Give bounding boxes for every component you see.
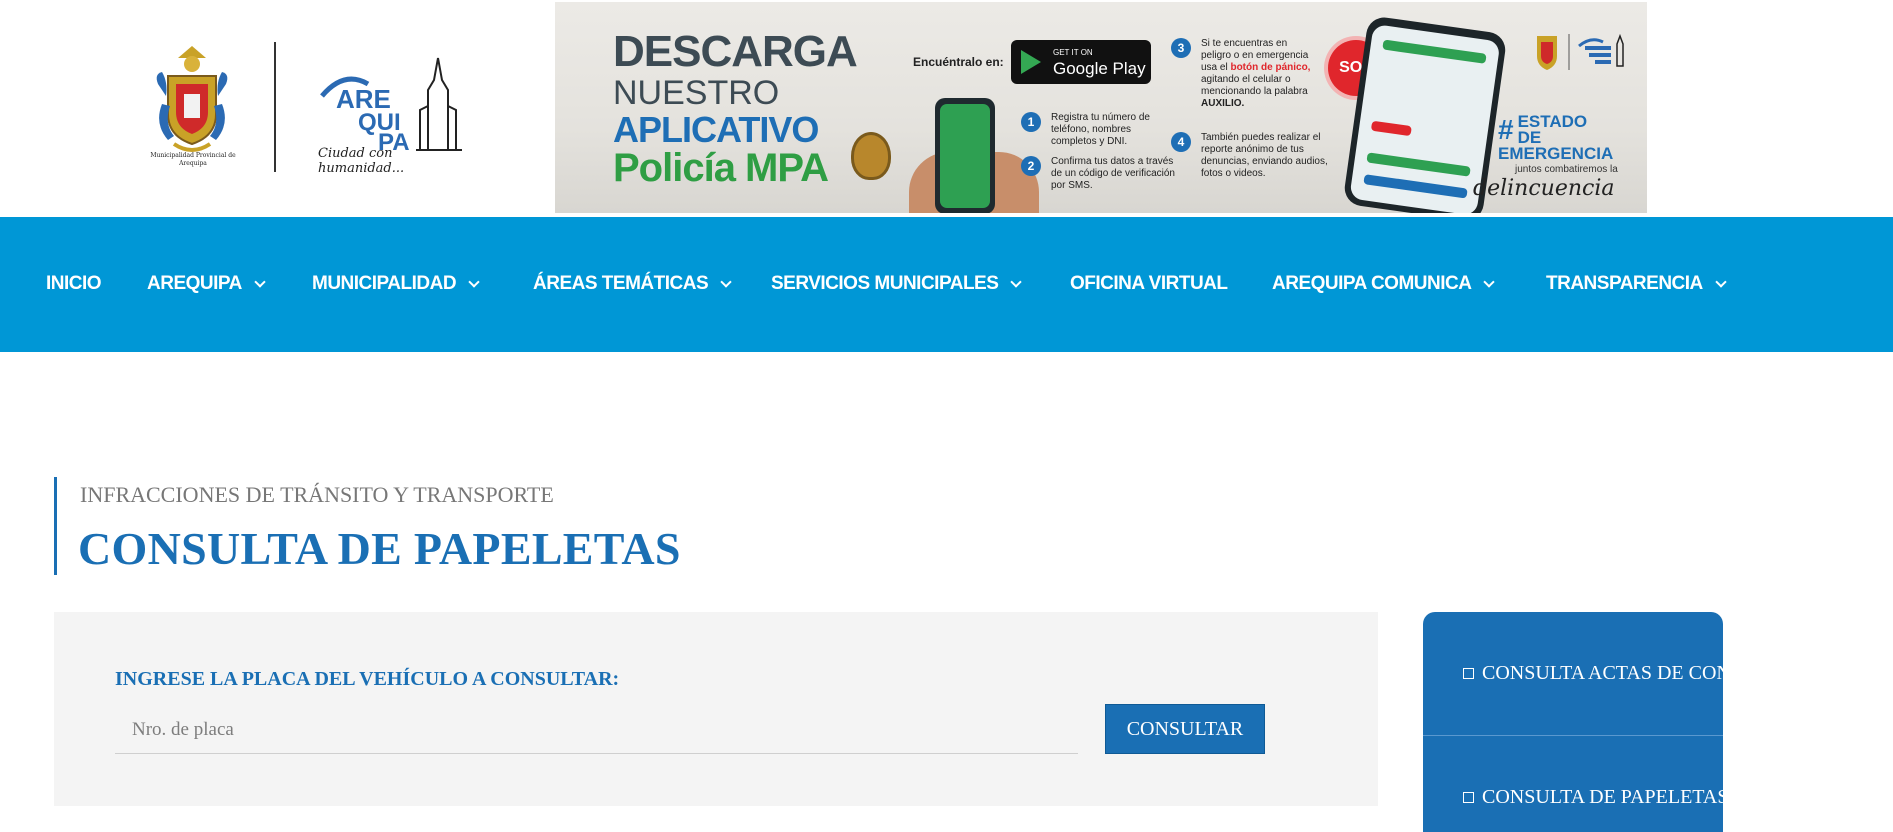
chevron-down-icon (468, 275, 480, 288)
estado-line2: EMERGENCIA (1498, 144, 1614, 163)
app-promo-banner[interactable]: DESCARGA NUESTRO APLICATIVO Policía MPA … (555, 2, 1647, 213)
police-badge-icon (851, 132, 891, 180)
step-2-text: Confirma tus datos a través de un código… (1051, 156, 1175, 191)
nav-item-label: OFICINA VIRTUAL (1070, 273, 1228, 294)
phone-in-hand-image (935, 98, 995, 213)
section-accent-rule (54, 477, 57, 575)
nav-item-inicio[interactable]: INICIO (46, 273, 102, 295)
coat-of-arms-icon (156, 46, 228, 152)
step-3-text-red: botón de pánico, (1230, 62, 1311, 73)
step-3-text-b: agitando el celular o mencionando la pal… (1201, 74, 1308, 97)
nav-item-label: TRANSPARENCIA (1546, 273, 1703, 294)
nav-item-label: MUNICIPALIDAD (312, 273, 457, 294)
chevron-down-icon (254, 275, 266, 288)
chevron-down-icon (1483, 275, 1496, 288)
coat-caption: Municipalidad Provincial de Arequipa (150, 152, 236, 167)
sidebar-item-label: CONSULTA DE PAPELETAS (1482, 786, 1723, 808)
play-store-icon (1021, 50, 1041, 74)
nav-item-label: INICIO (46, 273, 102, 294)
banner-title-line4: Policía MPA (613, 146, 829, 190)
banner-title-line1: DESCARGA (613, 27, 858, 76)
banner-juntos: juntos combatiremos la (1515, 164, 1618, 175)
banner-find-label: Encuéntralo en: (913, 55, 1004, 69)
mini-arequipa-logos-icon (1537, 33, 1624, 70)
banner-step-1: 1 Registra tu número de teléfono, nombre… (1021, 112, 1171, 148)
nav-item-label: SERVICIOS MUNICIPALES (771, 273, 999, 294)
plate-input-label: INGRESE LA PLACA DEL VEHÍCULO A CONSULTA… (115, 668, 620, 690)
square-bullet-icon (1463, 792, 1474, 803)
nav-item-oficina-virtual[interactable]: OFICINA VIRTUAL (1070, 273, 1228, 295)
banner-step-4: 4 También puedes realizar el reporte anó… (1171, 132, 1331, 180)
estado-line1: ESTADO DE (1517, 112, 1588, 147)
nav-item-arequipa[interactable]: AREQUIPA (147, 273, 266, 295)
nav-item-label: AREQUIPA (147, 273, 242, 294)
nav-item-arequipa-comunica[interactable]: AREQUIPA COMUNICA (1272, 273, 1496, 295)
step-4-text: También puedes realizar el reporte anóni… (1201, 132, 1328, 179)
chevron-down-icon (720, 275, 732, 288)
logo-divider (274, 42, 276, 172)
plate-input[interactable] (115, 706, 1078, 754)
step-3-text-bold: AUXILIO. (1201, 98, 1245, 109)
site-logo[interactable]: Municipalidad Provincial de Arequipa ARE… (140, 40, 470, 180)
city-tagline: Ciudad con humanidad... (318, 146, 405, 176)
sidebar-item-consulta-actas[interactable]: CONSULTA ACTAS DE CONTROL (1423, 612, 1723, 735)
main-nav: INICIO AREQUIPA MUNICIPALIDAD ÁREAS TEMÁ… (0, 217, 1893, 352)
step-1-text: Registra tu número de teléfono, nombres … (1051, 112, 1150, 147)
estado-emergencia: # ESTADO DE EMERGENCIA (1498, 112, 1614, 163)
site-header: Municipalidad Provincial de Arequipa ARE… (0, 0, 1893, 217)
banner-step-3: 3 Si te encuentras en peligro o en emerg… (1171, 38, 1311, 110)
chevron-down-icon (1010, 275, 1023, 288)
google-play-big-text: Google Play (1053, 59, 1146, 78)
step-3-number: 3 (1171, 38, 1191, 58)
nav-item-label: ÁREAS TEMÁTICAS (533, 273, 709, 294)
plate-search-form: INGRESE LA PLACA DEL VEHÍCULO A CONSULTA… (54, 612, 1378, 806)
section-eyebrow: INFRACCIONES DE TRÁNSITO Y TRANSPORTE (80, 482, 554, 507)
banner-delincuencia: delincuencia (1473, 176, 1615, 201)
step-4-number: 4 (1171, 132, 1191, 152)
banner-title: DESCARGA NUESTRO APLICATIVO Policía MPA (613, 27, 858, 190)
banner-title-line3: APLICATIVO (613, 109, 819, 150)
chevron-down-icon (1715, 275, 1727, 288)
google-play-small-text: GET IT ON (1053, 48, 1093, 57)
nav-item-label: AREQUIPA COMUNICA (1272, 273, 1472, 294)
nav-item-municipalidad[interactable]: MUNICIPALIDAD (312, 273, 480, 295)
sidebar-item-label: CONSULTA ACTAS DE CONTROL (1482, 662, 1723, 684)
square-bullet-icon (1463, 668, 1474, 679)
banner-step-2: 2 Confirma tus datos a través de un códi… (1021, 156, 1181, 192)
google-play-badge[interactable]: GET IT ON Google Play (1011, 40, 1151, 84)
sidebar-item-consulta-papeletas[interactable]: CONSULTA DE PAPELETAS (1423, 736, 1723, 832)
nav-item-areas-tematicas[interactable]: ÁREAS TEMÁTICAS (533, 273, 732, 295)
banner-title-line2: NUESTRO (613, 74, 780, 112)
nav-item-transparencia[interactable]: TRANSPARENCIA (1546, 273, 1727, 295)
sidebar-menu: CONSULTA ACTAS DE CONTROL CONSULTA DE PA… (1423, 612, 1723, 832)
consultar-button[interactable]: CONSULTAR (1105, 704, 1265, 754)
step-1-number: 1 (1021, 112, 1041, 132)
estado-hash: # (1498, 114, 1514, 145)
page-title: CONSULTA DE PAPELETAS (78, 523, 681, 574)
step-2-number: 2 (1021, 156, 1041, 176)
nav-item-servicios-municipales[interactable]: SERVICIOS MUNICIPALES (771, 273, 1023, 295)
